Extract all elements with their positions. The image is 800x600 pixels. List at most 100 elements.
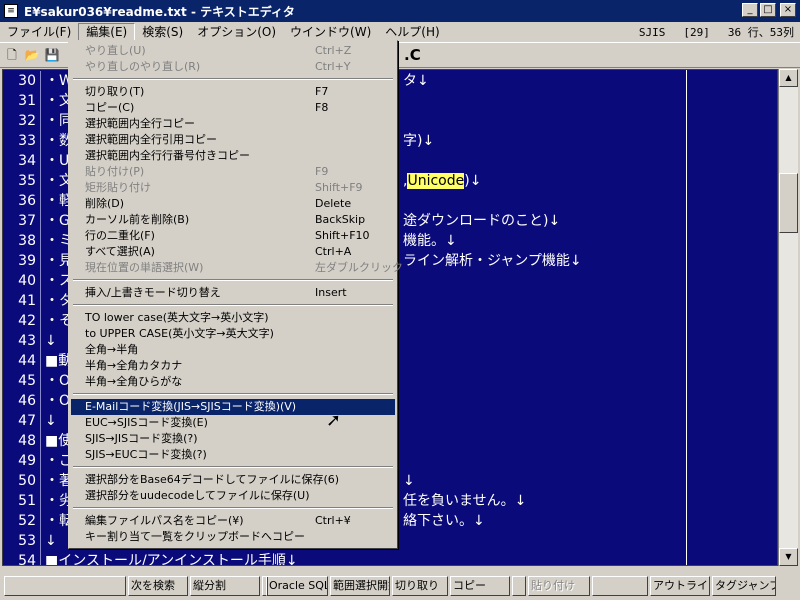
line-text: ・O — [45, 373, 71, 389]
line-text: ■インストール/アンインストール手順↓ — [45, 553, 298, 566]
menu-item-label: SJIS→JISコード変換(?) — [85, 432, 198, 445]
edit-menu-item[interactable]: 切り取り(T) F7 — [71, 84, 395, 100]
cursor-position: 36 行、53列 — [727, 26, 794, 39]
line-number: 43 — [3, 331, 41, 351]
line-number: 52 — [3, 511, 41, 531]
menu-item-shortcut: Ctrl+Z — [315, 44, 352, 57]
edit-menu-item[interactable]: 行の二重化(F) Shift+F10 — [71, 228, 395, 244]
edit-menu-item[interactable]: コピー(C) F8 — [71, 100, 395, 116]
edit-menu-item[interactable]: 選択範囲内全行コピー — [71, 116, 395, 132]
function-key-button[interactable] — [4, 576, 126, 596]
menu-edit[interactable]: 編集(E) — [78, 23, 136, 41]
scroll-thumb[interactable] — [779, 173, 798, 233]
menu-item-label: 半角→全角カタカナ — [85, 359, 183, 372]
menu-item-shortcut: Ctrl+¥ — [315, 514, 351, 527]
maximize-button[interactable]: □ — [760, 3, 776, 17]
edit-menu-item[interactable]: EUC→SJISコード変換(E) — [71, 415, 395, 431]
edit-menu-item: 矩形貼り付け Shift+F9 — [71, 180, 395, 196]
function-key-button[interactable]: タグジャンプ — [712, 576, 776, 596]
menu-window[interactable]: ウインドウ(W) — [283, 23, 378, 41]
menu-item-label: コピー(C) — [85, 101, 135, 114]
menu-item-label: キー割り当て一覧をクリップボードへコピー — [85, 530, 305, 543]
menu-file[interactable]: ファイル(F) — [0, 23, 78, 41]
menu-item-label: 挿入/上書きモード切り替え — [85, 286, 221, 299]
edit-menu-item[interactable]: キー割り当て一覧をクリップボードへコピー — [71, 529, 395, 545]
edit-menu-item[interactable]: カーソル前を削除(B) BackSkip — [71, 212, 395, 228]
toolbar-text: .C — [404, 46, 421, 64]
edit-menu-item[interactable]: 選択範囲内全行引用コピー — [71, 132, 395, 148]
function-key-button[interactable]: 範囲選択開始 — [330, 576, 390, 596]
minimize-button[interactable]: _ — [742, 3, 758, 17]
line-number: 48 — [3, 431, 41, 451]
edit-menu-item[interactable]: 半角→全角カタカナ — [71, 358, 395, 374]
line-text: ↓ — [45, 533, 57, 549]
menu-item-label: 行の二重化(F) — [85, 229, 155, 242]
line-number: 33 — [3, 131, 41, 151]
menu-item-label: 選択部分をuudecodeしてファイルに保存(U) — [85, 489, 310, 502]
menu-options[interactable]: オプション(O) — [190, 23, 283, 41]
edit-menu-item[interactable]: 全角→半角 — [71, 342, 395, 358]
edit-menu-item[interactable]: 選択部分をBase64デコードしてファイルに保存(6) — [71, 472, 395, 488]
line-text-continued: 字)↓ — [403, 131, 434, 151]
open-folder-icon[interactable]: 📂 — [24, 47, 40, 63]
edit-menu-item: 現在位置の単語選択(W) 左ダブルクリック — [71, 260, 403, 276]
app-icon[interactable]: ≡ — [4, 4, 18, 18]
scroll-up-icon[interactable]: ▲ — [779, 69, 798, 87]
menu-help[interactable]: ヘルプ(H) — [378, 23, 446, 41]
edit-menu-item[interactable]: TO lower case(英大文字→英小文字) — [71, 310, 395, 326]
function-key-button[interactable] — [592, 576, 648, 596]
line-tail-text: 任を負いません。↓ — [403, 493, 527, 509]
menu-search[interactable]: 検索(S) — [135, 23, 190, 41]
menu-item-label: 全角→半角 — [85, 343, 139, 356]
menu-item-shortcut: Ctrl+Y — [315, 60, 351, 73]
edit-menu-item[interactable]: 半角→全角ひらがな — [71, 374, 395, 390]
menu-item-label: やり直しのやり直し(R) — [85, 60, 201, 73]
status-indicators: SJIS [29] 36 行、53列 — [639, 22, 794, 42]
scroll-down-icon[interactable]: ▼ — [779, 548, 798, 566]
menu-item-label: 編集ファイルパス名をコピー(¥) — [85, 514, 244, 527]
function-key-button[interactable]: 貼り付け — [528, 576, 590, 596]
edit-menu-item[interactable]: すべて選択(A) Ctrl+A — [71, 244, 395, 260]
menu-item-label: 現在位置の単語選択(W) — [85, 261, 204, 274]
line-text-continued: ↓ — [403, 471, 415, 491]
line-text-continued: ライン解析・ジャンプ機能↓ — [403, 251, 582, 271]
function-key-button[interactable]: アウトライン解析 — [650, 576, 710, 596]
edit-menu-item[interactable]: 挿入/上書きモード切り替え Insert — [71, 285, 395, 301]
function-key-button[interactable]: 切り取り — [392, 576, 448, 596]
edit-menu-item[interactable]: 編集ファイルパス名をコピー(¥) Ctrl+¥ — [71, 513, 395, 529]
new-file-icon[interactable]: 🗋 — [4, 47, 20, 63]
save-icon[interactable]: 💾 — [44, 47, 60, 63]
close-button[interactable]: × — [780, 3, 796, 17]
function-key-button[interactable]: 次を検索 — [128, 576, 188, 596]
line-tail-text: ↓ — [403, 473, 415, 489]
function-key-bar: 次を検索縦分割 Oracle SQL範囲選択開始切り取りコピー貼り付け アウトライン… — [0, 575, 800, 597]
menu-item-label: 削除(D) — [85, 197, 125, 210]
line-tail-text: ライン解析・ジャンプ機能↓ — [403, 253, 582, 269]
line-text-continued: 機能。↓ — [403, 231, 457, 251]
function-key-button[interactable]: Oracle SQL — [266, 576, 328, 596]
function-key-button[interactable]: 縦分割 — [190, 576, 260, 596]
edit-menu-item[interactable]: 選択部分をuudecodeしてファイルに保存(U) — [71, 488, 395, 504]
line-text: ・O — [45, 393, 71, 409]
line-tail-text: 機能。↓ — [403, 233, 457, 249]
line-number: 35 — [3, 171, 41, 191]
mouse-cursor-icon: ➚ — [326, 410, 342, 431]
line-number: 46 — [3, 391, 41, 411]
edit-menu-item[interactable]: 選択範囲内全行行番号付きコピー — [71, 148, 395, 164]
line-number: 37 — [3, 211, 41, 231]
line-text-continued: 任を負いません。↓ — [403, 491, 526, 511]
menu-item-shortcut: BackSkip — [315, 213, 366, 226]
menu-item-shortcut: Shift+F10 — [315, 229, 370, 242]
line-text: ↓ — [45, 413, 57, 429]
line-tail-text: 絡下さい。↓ — [403, 513, 485, 529]
edit-menu-item[interactable]: to UPPER CASE(英小文字→英大文字) — [71, 326, 395, 342]
function-key-button[interactable] — [512, 576, 526, 596]
line-number: 34 — [3, 151, 41, 171]
edit-menu-item[interactable]: 削除(D) Delete — [71, 196, 395, 212]
edit-menu-item[interactable]: SJIS→EUCコード変換(?) — [71, 447, 395, 463]
edit-menu-item[interactable]: E-Mailコード変換(JIS→SJISコード変換)(V) — [71, 399, 395, 415]
vertical-scrollbar[interactable]: ▲ ▼ — [778, 69, 798, 566]
function-key-button[interactable]: コピー — [450, 576, 510, 596]
edit-menu-item[interactable]: SJIS→JISコード変換(?) — [71, 431, 395, 447]
editor-line[interactable]: 54 ■インストール/アンインストール手順↓ — [3, 551, 777, 566]
